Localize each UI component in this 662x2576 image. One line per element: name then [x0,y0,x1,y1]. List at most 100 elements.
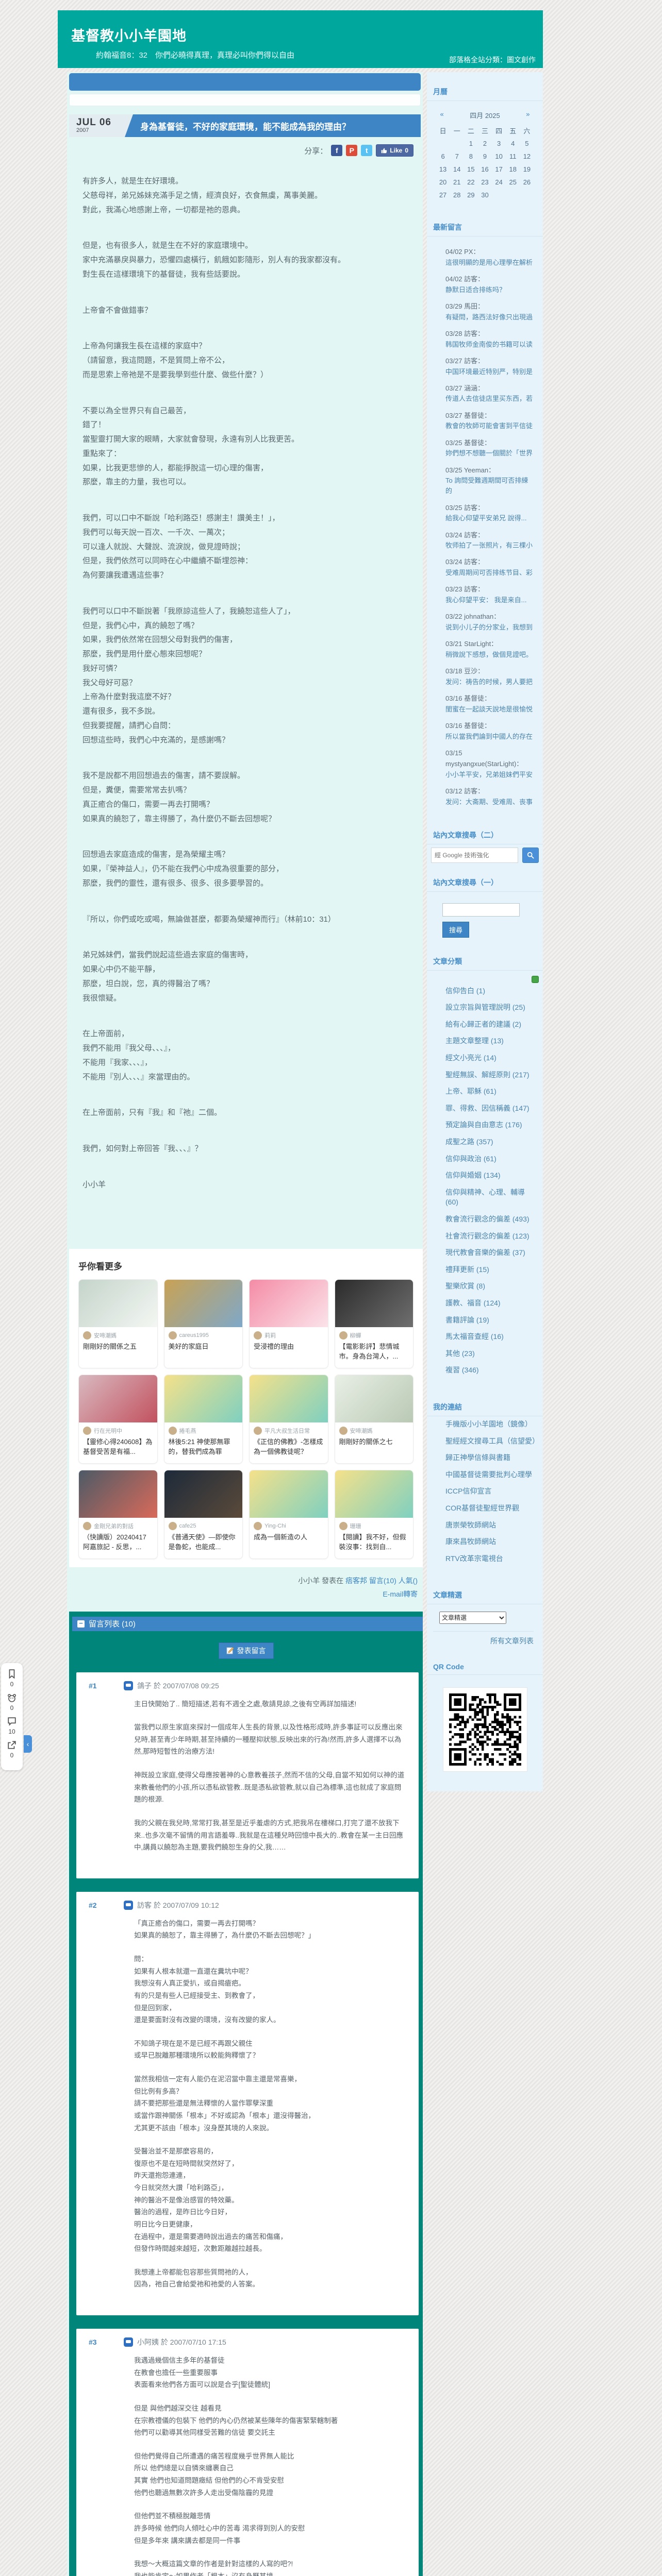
category-link[interactable]: 複習 (346) [445,1366,479,1374]
my-link[interactable]: RTV改革宗電視台 [445,1554,503,1563]
recent-comment-preview[interactable]: 稍微說下感想，做個見證吧。 [445,650,535,660]
google-search-input[interactable] [431,847,518,863]
recent-comment-item[interactable]: 03/16 基督徒： 所以當我們論到中國人的存在 [433,721,537,742]
related-post-card[interactable]: 行在光明中 【靈修心得240608】為基督受苦是有福... [78,1374,158,1464]
twitter-share-icon[interactable]: t [361,145,373,156]
calendar-day[interactable]: 24 [492,176,506,189]
related-post-card[interactable]: 平凡大叔生活日常 《正信的佛教》-怎樣成為一個佛教徒呢？ [249,1374,328,1464]
views-count-link[interactable]: 人氣() [399,1577,418,1585]
toolbar-comment-bubble[interactable]: 10 [1,1717,23,1735]
calendar-day[interactable]: 19 [520,163,534,176]
recent-comment-preview[interactable]: 说到小儿子的分家业，我想到 [445,622,535,633]
related-post-card[interactable]: careus1995 美好的家庭日 [163,1279,243,1368]
calendar-day[interactable]: 7 [450,150,464,163]
my-link[interactable]: COR基督徒聖經世界觀 [445,1504,519,1512]
my-link[interactable]: 康來昌牧師網站 [445,1537,496,1546]
recent-comment-item[interactable]: 04/02 訪客： 静默日适合排练吗？ [433,274,537,295]
category-link[interactable]: 護教、福音 (124) [445,1299,501,1307]
recent-comment-preview[interactable]: 静默日适合排练吗？ [445,285,535,295]
related-post-title[interactable]: 《正信的佛教》-怎樣成為一個佛教徒呢？ [250,1436,328,1463]
recent-comment-item[interactable]: 03/27 基督徒： 教會的牧師可能會害到平信徒 [433,411,537,432]
plurk-share-icon[interactable]: P [346,145,358,156]
related-post-title[interactable]: 【閱讀】我不好，但假裝沒事：找到自... [335,1531,413,1558]
calendar-day[interactable]: 11 [506,150,520,163]
related-post-card[interactable]: 安啼潮媽 剛剛好的關係之五 [78,1279,158,1368]
site-category-link[interactable]: 部落格全站分類：圖文創作 [449,55,536,65]
calendar-day[interactable]: 13 [436,163,450,176]
collapse-icon[interactable]: − [77,1620,85,1628]
category-link[interactable]: 成聖之路 (357) [445,1138,493,1146]
recent-comment-item[interactable]: 03/12 訪客： 发问：大斋期、受难周、丧事 [433,786,537,807]
site-search-input[interactable] [442,903,520,917]
related-post-title[interactable]: 美好的家庭日 [164,1341,243,1367]
calendar-day[interactable]: 10 [492,150,506,163]
category-link[interactable]: 上帝、耶穌 (61) [445,1087,496,1095]
calendar-day[interactable]: 27 [436,189,450,201]
toolbar-pixnet-mascot[interactable]: 0 [1,1693,23,1711]
category-link[interactable]: 設立宗旨與管理說明 (25) [445,1003,525,1011]
recent-comment-item[interactable]: 03/25 訪客： 給我心仰望平安弟兄 說得... [433,503,537,524]
category-link[interactable]: 信仰與政治 (61) [445,1155,496,1163]
recent-comment-preview[interactable]: 給我心仰望平安弟兄 說得... [445,513,535,523]
calendar-day[interactable]: 3 [492,137,506,150]
recent-comment-item[interactable]: 03/23 訪客： 我心仰望平安： 我是来自... [433,584,537,605]
calendar-prev-button[interactable]: « [440,110,444,120]
facebook-share-icon[interactable]: f [331,145,343,156]
category-link[interactable]: 信仰告白 (1) [445,987,485,995]
calendar-day[interactable]: 1 [464,137,478,150]
recent-comment-preview[interactable]: 传道人去信徒店里买东西，若 [445,394,535,404]
recent-comment-preview[interactable]: 韩国牧师金南俊的书籍可以读 [445,340,535,350]
platform-link[interactable]: 痞客邦 [345,1577,367,1585]
category-link[interactable]: 社會流行觀念的偏差 (123) [445,1232,529,1240]
toolbar-bookmark[interactable]: 0 [1,1669,23,1688]
calendar-day[interactable]: 20 [436,176,450,189]
category-link[interactable]: 書籍評論 (19) [445,1316,489,1324]
calendar-day[interactable]: 9 [478,150,492,163]
recent-comment-item[interactable]: 04/02 PX： 這很明顯的是用心理學在解析 [433,247,537,268]
recent-comment-preview[interactable]: 閨蜜在一起談天說地是很愉悦 [445,704,535,715]
category-link[interactable]: 其他 (23) [445,1349,475,1358]
related-post-title[interactable]: 受浸禮的理由 [250,1341,328,1367]
category-link[interactable]: 給有心歸正者的建議 (2) [445,1020,521,1028]
category-link[interactable]: 教會流行觀念的偏差 (493) [445,1215,529,1223]
calendar-day[interactable]: 6 [436,150,450,163]
related-post-card[interactable]: cafe25 《普通天使》—即使你是魯蛇，也能成... [163,1469,243,1559]
calendar-day[interactable]: 16 [478,163,492,176]
recent-comment-item[interactable]: 03/24 訪客： 受难周期间可否排练节目、彩 [433,557,537,578]
recent-comment-preview[interactable]: 這很明顯的是用心理學在解析 [445,258,535,268]
category-link[interactable]: 經文小亮光 (14) [445,1054,496,1062]
related-post-card[interactable]: 珊珊 【閱讀】我不好，但假裝沒事：找到自... [334,1469,413,1559]
related-post-card[interactable]: 莉莉 受浸禮的理由 [249,1279,328,1368]
calendar-day[interactable]: 28 [450,189,464,201]
related-post-title[interactable]: 《普通天使》—即使你是魯蛇，也能成... [164,1531,243,1558]
category-link[interactable]: 主題文章整理 (13) [445,1037,504,1045]
related-post-title[interactable]: 【電影影評】悲情城市。身為台灣人，... [335,1341,413,1368]
calendar-day[interactable]: 26 [520,176,534,189]
category-link[interactable]: 信仰與婚姻 (134) [445,1171,501,1179]
comments-count-link[interactable]: 留言(10) [369,1577,396,1585]
related-post-card[interactable]: 捲毛燕 林後5:21 神使那無罪的，替我們成為罪 [163,1374,243,1464]
calendar-day[interactable]: 23 [478,176,492,189]
category-link[interactable]: 聖經無誤、解經原則 (217) [445,1071,529,1079]
facebook-like-button[interactable]: Like 0 [376,144,413,157]
all-articles-link[interactable]: 所有文章列表 [433,1631,534,1646]
recent-comment-preview[interactable]: 发问：祷告的时候，男人要把 [445,677,535,687]
calendar-day[interactable]: 21 [450,176,464,189]
related-post-card[interactable]: 安啼潮媽 剛剛好的關係之七 [334,1374,413,1464]
recent-comment-preview[interactable]: To 詢問受難週期間可否排練的 [445,476,535,496]
calendar-day[interactable]: 2 [478,137,492,150]
my-link[interactable]: ICCP信仰宣言 [445,1487,491,1495]
recent-comment-item[interactable]: 03/27 涵涵： 传道人去信徒店里买东西，若 [433,383,537,404]
calendar-day[interactable]: 12 [520,150,534,163]
calendar-day[interactable]: 8 [464,150,478,163]
recent-comment-preview[interactable]: 妳們想不想聽一個關於「世界 [445,448,535,459]
my-link[interactable]: 中國基督徒需要批判心理學 [445,1470,532,1479]
calendar-day[interactable]: 30 [478,189,492,201]
recent-comment-item[interactable]: 03/25 Yeeman： To 詢問受難週期間可否排練的 [433,465,537,497]
category-link[interactable]: 聖樂欣賞 (8) [445,1282,485,1290]
calendar-day[interactable]: 18 [506,163,520,176]
recent-comment-preview[interactable]: 所以當我們論到中國人的存在 [445,732,535,742]
related-post-card[interactable]: Ying-Chi 成為一個新造の人 [249,1469,328,1559]
recent-comment-item[interactable]: 03/24 訪客： 牧师拍了一张照片，有三棵小 [433,530,537,551]
recent-comment-item[interactable]: 03/27 訪客： 中国环境最近特别严，特别是 [433,356,537,377]
